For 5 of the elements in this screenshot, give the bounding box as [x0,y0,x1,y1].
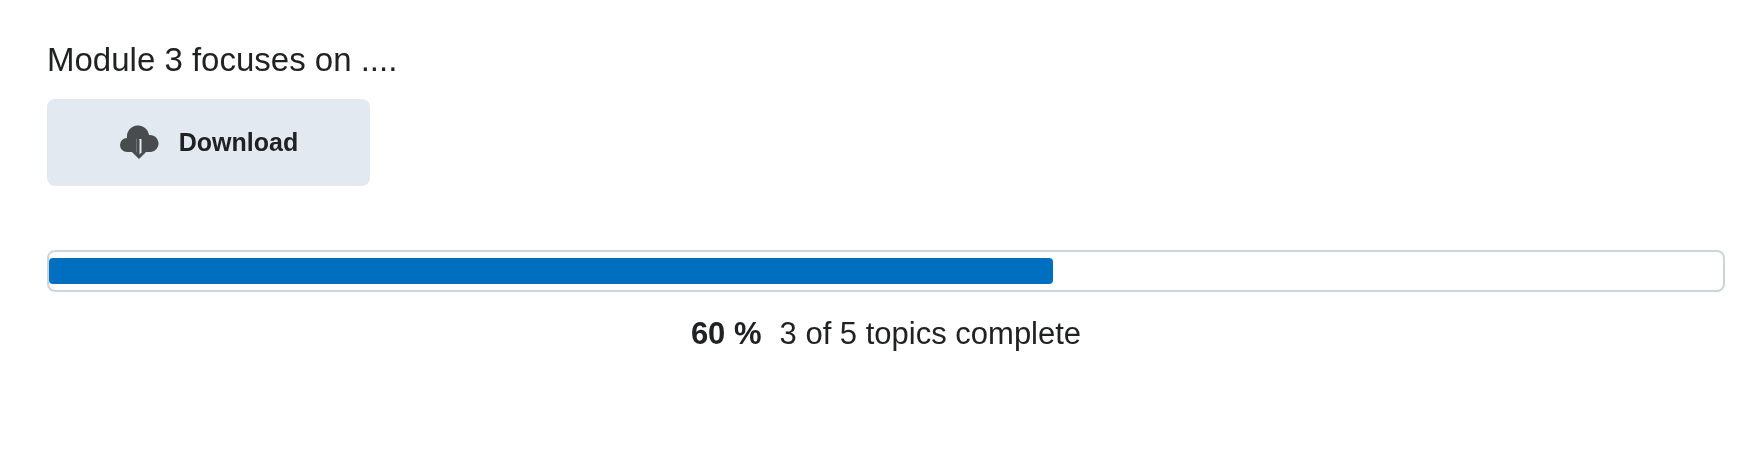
progress-percent: 60 % [690,315,762,353]
cloud-download-icon [118,123,159,162]
download-button[interactable]: Download [47,99,370,186]
module-description: Module 3 focuses on .... [47,40,399,80]
progress-summary: 3 of 5 topics complete [779,315,1082,353]
